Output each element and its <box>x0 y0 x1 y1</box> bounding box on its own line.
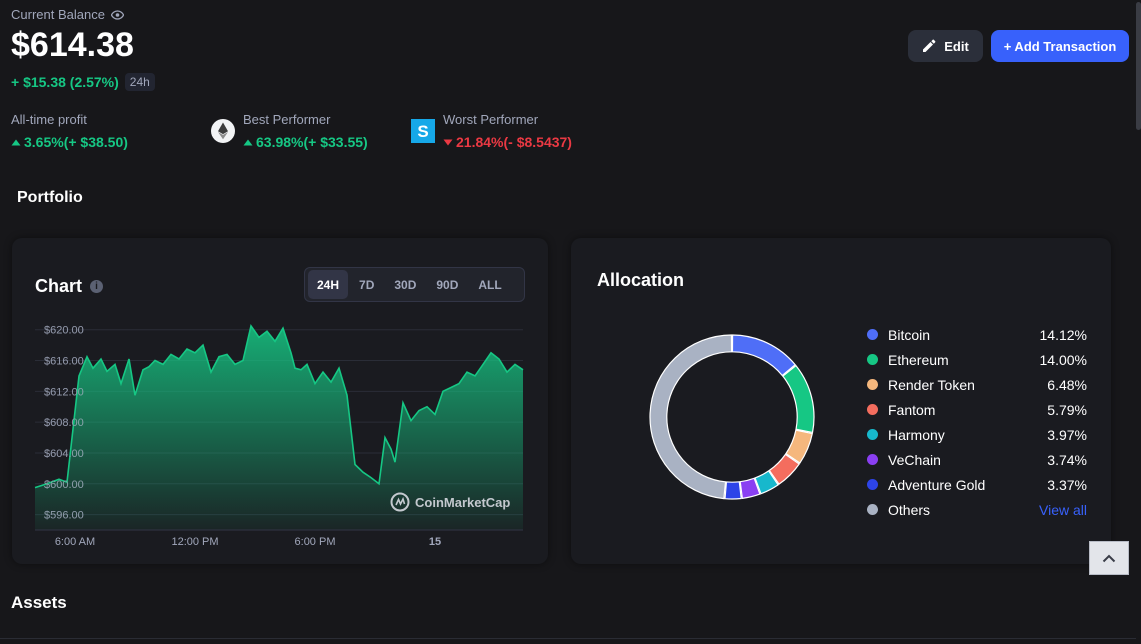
legend-percent: 3.37% <box>1047 476 1087 493</box>
x-tick-label: 6:00 PM <box>295 536 336 548</box>
x-tick-label: 6:00 AM <box>55 536 95 548</box>
best-performer-label: Best Performer <box>243 112 331 127</box>
legend-name: Others <box>888 501 931 518</box>
legend-name: VeChain <box>888 451 941 468</box>
y-tick-label-overlay: $604.00 <box>44 448 84 460</box>
legend-dot <box>867 404 878 415</box>
y-tick-label-overlay: $612.00 <box>44 386 84 398</box>
allocation-legend: Bitcoin 14.12% Ethereum 14.00% Render Token 6… <box>867 322 1087 522</box>
view-all-link[interactable]: View all <box>1039 502 1087 518</box>
all-time-profit-value-row: 3.65%(+ $38.50) <box>11 134 128 150</box>
legend-name: Fantom <box>888 401 936 418</box>
legend-name: Harmony <box>888 426 945 443</box>
legend-dot <box>867 504 878 515</box>
add-transaction-button[interactable]: + Add Transaction <box>991 30 1129 62</box>
all-time-profit: All-time profit 3.65%(+ $38.50) <box>11 112 128 150</box>
legend-dot <box>867 379 878 390</box>
best-performer-value: 63.98%(+ $33.55) <box>256 134 368 150</box>
y-tick-label-overlay: $620.00 <box>44 325 84 337</box>
svg-text:S: S <box>417 122 428 141</box>
legend-item: Adventure Gold 3.37% <box>867 472 1087 497</box>
edit-button[interactable]: Edit <box>908 30 983 62</box>
price-chart: $620.00 $616.00 $612.00 $608.00 $604.00 $600.… <box>34 323 524 548</box>
legend-percent: 3.74% <box>1047 451 1087 468</box>
scrollbar-thumb[interactable] <box>1136 2 1141 130</box>
watermark-text: CoinMarketCap <box>415 495 510 510</box>
y-tick-label-overlay: $616.00 <box>44 356 84 368</box>
worst-performer-value: 21.84%(- $8.5437) <box>456 134 572 150</box>
all-time-profit-label: All-time profit <box>11 112 87 127</box>
legend-dot <box>867 454 878 465</box>
allocation-donut <box>649 334 815 500</box>
all-time-profit-value: 3.65%(+ $38.50) <box>24 134 128 150</box>
scroll-to-top-button[interactable] <box>1089 541 1129 575</box>
legend-percent: 3.97% <box>1047 426 1087 443</box>
assets-title: Assets <box>11 593 67 612</box>
legend-item: VeChain 3.74% <box>867 447 1087 472</box>
legend-item: Fantom 5.79% <box>867 397 1087 422</box>
caret-down-icon <box>443 139 453 145</box>
legend-dot <box>867 354 878 365</box>
portfolio-title: Portfolio <box>17 189 83 206</box>
y-tick-label-overlay: $608.00 <box>44 417 84 429</box>
best-performer[interactable]: Best Performer 63.98%(+ $33.55) <box>243 112 368 150</box>
donut-slice-others[interactable] <box>649 334 733 500</box>
legend-percent: 6.48% <box>1047 376 1087 393</box>
caret-up-icon <box>243 139 253 145</box>
legend-item: Render Token 6.48% <box>867 372 1087 397</box>
edit-button-label: Edit <box>944 38 969 54</box>
divider <box>0 638 1136 639</box>
legend-item: Others View all <box>867 497 1087 522</box>
legend-percent: 14.00% <box>1039 351 1087 368</box>
balance-label: Current Balance <box>11 7 124 22</box>
legend-item: Bitcoin 14.12% <box>867 322 1087 347</box>
caret-up-icon <box>11 139 21 145</box>
x-tick-label: 12:00 PM <box>171 536 218 548</box>
ethereum-logo-icon <box>211 119 235 143</box>
balance-change-row: + $15.38 (2.57%) 24h <box>11 73 155 91</box>
best-performer-value-row: 63.98%(+ $33.55) <box>243 134 368 150</box>
chart-card: Chart i 24H 7D 30D 90D ALL $620.00 $616.00 $61… <box>12 238 548 564</box>
legend-dot <box>867 479 878 490</box>
legend-percent: 5.79% <box>1047 401 1087 418</box>
legend-dot <box>867 429 878 440</box>
legend-item: Harmony 3.97% <box>867 422 1087 447</box>
legend-dot <box>867 329 878 340</box>
period-badge: 24h <box>124 73 155 91</box>
balance-value: $614.38 <box>11 26 134 64</box>
legend-item: Ethereum 14.00% <box>867 347 1087 372</box>
donut-slice-ethereum[interactable] <box>781 364 815 434</box>
legend-name: Adventure Gold <box>888 476 986 493</box>
allocation-title: Allocation <box>597 270 685 290</box>
allocation-card: Allocation Bitcoin 14.12% Ethereum 14.00% Re… <box>571 238 1111 564</box>
chevron-up-icon <box>1102 554 1116 562</box>
donut-slice-bitcoin[interactable] <box>731 334 797 377</box>
legend-name: Bitcoin <box>888 326 931 343</box>
x-tick-label: 15 <box>429 536 441 548</box>
balance-label-text: Current Balance <box>11 7 105 22</box>
y-tick-label-overlay: $596.00 <box>44 510 84 522</box>
pencil-icon <box>923 39 936 52</box>
legend-percent: 14.12% <box>1039 326 1087 343</box>
legend-name: Ethereum <box>888 351 949 368</box>
worst-performer[interactable]: Worst Performer 21.84%(- $8.5437) <box>443 112 572 150</box>
eye-icon[interactable] <box>110 9 124 20</box>
sandbox-logo-icon: S <box>411 119 435 143</box>
worst-performer-value-row: 21.84%(- $8.5437) <box>443 134 572 150</box>
balance-change: + $15.38 (2.57%) <box>11 74 119 90</box>
y-tick-label-overlay: $600.00 <box>44 479 84 491</box>
donut-slice-adventure-gold[interactable] <box>724 481 742 500</box>
legend-name: Render Token <box>888 376 975 393</box>
worst-performer-label: Worst Performer <box>443 112 539 127</box>
